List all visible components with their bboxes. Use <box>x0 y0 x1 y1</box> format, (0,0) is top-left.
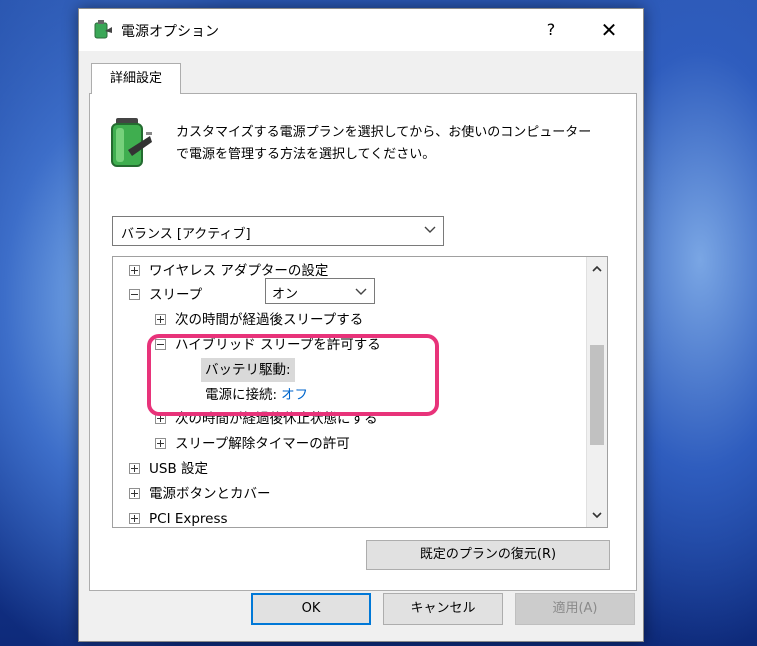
tab-advanced-settings[interactable]: 詳細設定 <box>91 63 181 94</box>
power-options-dialog: 電源オプション ? ✕ 詳細設定 カスタマイズする電源プランを選択してから、お使… <box>78 8 644 642</box>
chevron-down-icon <box>424 226 436 233</box>
window-title: 電源オプション <box>121 24 219 40</box>
scroll-up-icon[interactable] <box>591 263 603 275</box>
scroll-down-icon[interactable] <box>591 509 603 521</box>
chevron-down-icon <box>355 288 367 295</box>
tree-item-label: スリープ解除タイマーの許可 <box>175 436 350 452</box>
tree-item-label: ワイヤレス アダプターの設定 <box>149 263 329 279</box>
expand-icon[interactable] <box>129 264 140 276</box>
tree-item-label: USB 設定 <box>149 461 209 477</box>
battery-plug-icon <box>111 118 152 167</box>
expand-icon[interactable] <box>129 487 140 499</box>
tree-item-usb-settings[interactable]: USB 設定 <box>129 457 208 481</box>
on-battery-dropdown[interactable]: オン <box>265 278 375 304</box>
expand-icon[interactable] <box>129 512 140 524</box>
tree-item-label: 電源ボタンとカバー <box>149 486 271 502</box>
close-button[interactable]: ✕ <box>585 13 633 47</box>
expand-icon[interactable] <box>155 313 166 325</box>
description-line-1: カスタマイズする電源プランを選択してから、お使いのコンピューター <box>176 125 592 140</box>
power-plan-dropdown[interactable]: バランス [アクティブ] <box>112 216 444 246</box>
tree-item-label: スリープ <box>149 287 203 303</box>
tree-item-label: PCI Express <box>149 511 228 527</box>
restore-defaults-button[interactable]: 既定のプランの復元(R) <box>366 540 610 570</box>
scroll-thumb[interactable] <box>590 345 604 445</box>
on-battery-value: オン <box>272 287 299 302</box>
tree-scrollbar[interactable] <box>586 257 607 527</box>
tree-item-sleep-after[interactable]: 次の時間が経過後スリープする <box>155 308 363 332</box>
help-button[interactable]: ? <box>531 13 571 47</box>
title-bar: 電源オプション ? ✕ <box>79 9 643 51</box>
expand-icon[interactable] <box>155 437 166 449</box>
highlight-annotation <box>147 334 439 416</box>
description-text: カスタマイズする電源プランを選択してから、お使いのコンピューター で電源を管理す… <box>176 122 616 166</box>
tree-item-power-buttons[interactable]: 電源ボタンとカバー <box>129 482 271 506</box>
apply-button[interactable]: 適用(A) <box>515 593 635 625</box>
ok-button[interactable]: OK <box>251 593 371 625</box>
description-line-2: で電源を管理する方法を選択してください。 <box>176 147 436 162</box>
power-plan-selected: バランス [アクティブ] <box>121 227 251 242</box>
tree-item-label: 次の時間が経過後スリープする <box>175 312 364 328</box>
tree-item-pci-express[interactable]: PCI Express <box>129 507 228 527</box>
power-options-icon <box>94 20 112 39</box>
tree-item-sleep[interactable]: スリープ <box>129 283 202 307</box>
expand-icon[interactable] <box>129 462 140 474</box>
collapse-icon[interactable] <box>129 288 140 300</box>
tree-item-wake-timers[interactable]: スリープ解除タイマーの許可 <box>155 432 350 456</box>
cancel-button[interactable]: キャンセル <box>383 593 503 625</box>
